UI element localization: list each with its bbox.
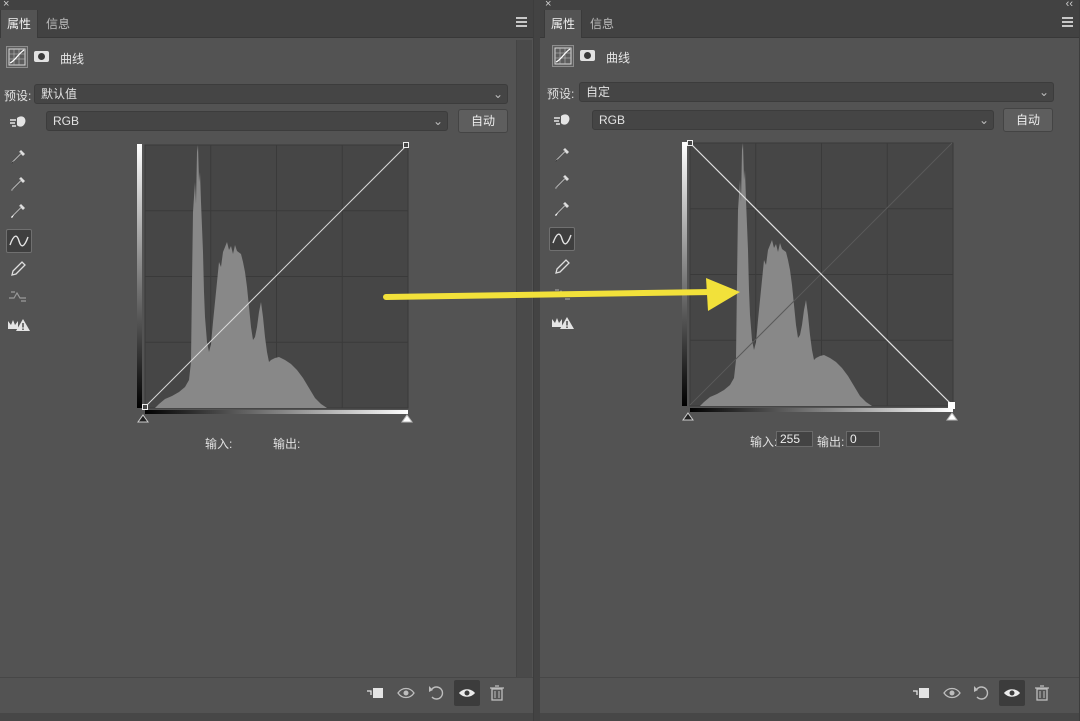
view-previous-state-icon[interactable]	[940, 680, 966, 706]
trash-icon[interactable]	[1029, 680, 1055, 706]
black-point-slider[interactable]	[137, 414, 149, 423]
chevron-down-icon: ⌄	[978, 113, 989, 127]
panel-bottom-bar	[0, 713, 533, 721]
curves-graph[interactable]	[682, 140, 960, 426]
scrollbar[interactable]	[516, 40, 532, 683]
layer-mask-icon[interactable]	[34, 51, 49, 62]
channel-value: RGB	[53, 114, 80, 128]
adjustment-title: 曲线	[606, 51, 631, 65]
output-field[interactable]	[846, 431, 880, 447]
curves-adjustment-icon[interactable]	[6, 46, 28, 68]
tab-info[interactable]: 信息	[584, 10, 620, 38]
on-image-adjust-icon[interactable]	[6, 110, 32, 134]
chevron-down-icon: ⌄	[492, 87, 503, 101]
panel-footer	[540, 677, 1079, 713]
auto-button[interactable]: 自动	[1003, 108, 1053, 132]
white-point-eyedropper-icon[interactable]	[550, 198, 576, 222]
channel-select[interactable]: RGB ⌄	[592, 110, 994, 130]
visibility-eye-icon[interactable]	[454, 680, 480, 706]
preset-label: 预设:	[547, 87, 575, 101]
properties-panel-right: × ‹‹ 属性 信息 曲线 预设: 自定 ⌄ RGB ⌄ 自动 输入: 255 …	[540, 0, 1080, 721]
reset-icon[interactable]	[424, 680, 450, 706]
gray-point-eyedropper-icon[interactable]	[6, 173, 32, 197]
visibility-eye-icon[interactable]	[999, 680, 1025, 706]
gray-point-eyedropper-icon[interactable]	[550, 171, 576, 195]
black-point-eyedropper-icon[interactable]	[550, 144, 576, 168]
clipping-warning-icon[interactable]	[6, 312, 32, 336]
panel-menu-icon[interactable]	[516, 17, 527, 27]
chevron-down-icon: ⌄	[1038, 85, 1049, 99]
panel-top-strip: ×	[0, 0, 533, 10]
tab-properties[interactable]: 属性	[0, 10, 39, 38]
adjustment-title: 曲线	[60, 52, 85, 66]
clipping-warning-icon[interactable]	[550, 310, 576, 334]
preset-value: 默认值	[41, 87, 78, 101]
clip-to-layer-icon[interactable]	[908, 680, 934, 706]
output-label: 输出:	[817, 435, 845, 449]
channel-select[interactable]: RGB ⌄	[46, 111, 448, 131]
chevron-down-icon: ⌄	[432, 114, 443, 128]
tab-info[interactable]: 信息	[40, 10, 76, 38]
white-point-eyedropper-icon[interactable]	[6, 200, 32, 224]
white-point-slider[interactable]	[946, 412, 958, 421]
smooth-curve-icon[interactable]	[550, 282, 576, 306]
output-label: 输出:	[273, 437, 301, 451]
trash-icon[interactable]	[484, 680, 510, 706]
panel-bottom-bar	[540, 713, 1079, 721]
curve-point-white[interactable]	[403, 142, 409, 148]
preset-select[interactable]: 自定 ⌄	[579, 82, 1054, 102]
curve-point-black[interactable]	[142, 404, 148, 410]
preset-label: 预设:	[4, 89, 32, 103]
pencil-draw-icon[interactable]	[6, 257, 32, 281]
input-field[interactable]	[776, 431, 813, 447]
tab-bar: 属性 信息	[0, 10, 533, 38]
properties-panel-left: × 属性 信息 曲线 预设: 默认值 ⌄ RGB ⌄ 自动 输入: 输出:	[0, 0, 534, 721]
preset-value: 自定	[586, 85, 611, 99]
black-point-slider[interactable]	[682, 412, 694, 421]
black-point-eyedropper-icon[interactable]	[6, 146, 32, 170]
tab-bar: 属性 信息	[540, 10, 1079, 38]
curve-point-tool-icon[interactable]	[549, 227, 575, 251]
tab-properties[interactable]: 属性	[544, 10, 583, 38]
on-image-adjust-icon[interactable]	[550, 108, 576, 132]
input-label: 输入:	[205, 437, 233, 451]
auto-button[interactable]: 自动	[458, 109, 508, 133]
pencil-draw-icon[interactable]	[550, 255, 576, 279]
layer-mask-icon[interactable]	[580, 50, 595, 61]
curves-graph[interactable]	[137, 142, 415, 428]
reset-icon[interactable]	[969, 680, 995, 706]
curves-adjustment-icon[interactable]	[552, 45, 574, 67]
view-previous-state-icon[interactable]	[394, 680, 420, 706]
curve-point-tool-icon[interactable]	[6, 229, 32, 253]
input-label: 输入:	[750, 435, 778, 449]
channel-value: RGB	[599, 113, 626, 127]
smooth-curve-icon[interactable]	[6, 284, 32, 308]
curve-point-black[interactable]	[687, 140, 693, 146]
panel-footer	[0, 677, 533, 713]
panel-menu-icon[interactable]	[1062, 17, 1073, 27]
curve-point-white[interactable]	[948, 402, 955, 409]
clip-to-layer-icon[interactable]	[362, 680, 388, 706]
panel-top-strip: × ‹‹	[540, 0, 1079, 10]
preset-select[interactable]: 默认值 ⌄	[34, 84, 508, 104]
white-point-slider[interactable]	[401, 414, 413, 423]
